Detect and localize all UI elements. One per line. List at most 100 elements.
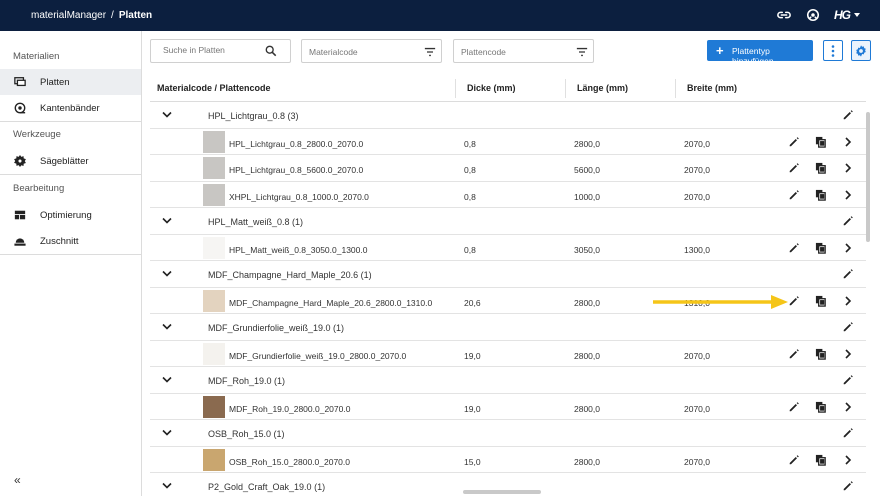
chevron-down-icon[interactable] [162, 482, 172, 490]
edit-icon[interactable] [842, 427, 854, 439]
copy-icon[interactable] [815, 348, 827, 360]
chevron-right-icon[interactable] [844, 348, 852, 359]
dicke-cell: 19,0 [464, 350, 481, 361]
table-group-row[interactable]: HPL_Matt_weiß_0.8 (1) [150, 208, 866, 235]
column-header-breite[interactable]: Breite (mm) [687, 83, 737, 93]
user-menu-logo[interactable]: HG [834, 8, 851, 22]
table-group-row[interactable]: MDF_Grundierfolie_weiß_19.0 (1) [150, 314, 866, 341]
plattencode-cell: HPL_Lichtgrau_0.8_2800.0_2070.0 [229, 138, 364, 149]
sidebar-item-label: Kantenbänder [40, 103, 100, 114]
more-options-button[interactable] [823, 40, 843, 61]
column-header-dicke[interactable]: Dicke (mm) [467, 83, 516, 93]
table-row[interactable]: OSB_Roh_15.0_2800.0_2070.0 15,0 2800,0 2070… [150, 447, 866, 473]
add-plattentyp-button[interactable]: + Plattentyp hinzufügen [707, 40, 813, 66]
sidebar-divider [0, 174, 141, 175]
copy-icon[interactable] [815, 242, 827, 254]
sidebar-item-kantenbaender[interactable]: Kantenbänder [0, 95, 141, 121]
edit-icon[interactable] [842, 215, 854, 227]
plattencode-cell: MDF_Champagne_Hard_Maple_20.6_2800.0_131… [229, 297, 433, 308]
sidebar-item-platten[interactable]: Platten [0, 69, 141, 95]
dicke-cell: 0,8 [464, 244, 476, 255]
edit-icon[interactable] [842, 268, 854, 280]
chevron-right-icon[interactable] [844, 163, 852, 173]
sidebar-item-label: Sägeblätter [40, 156, 89, 167]
material-thumbnail [203, 395, 225, 418]
chevron-down-icon[interactable] [162, 270, 172, 278]
chevron-right-icon[interactable] [844, 295, 852, 306]
search-input[interactable] [163, 45, 263, 55]
edit-icon[interactable] [788, 242, 800, 254]
chevron-right-icon[interactable] [844, 454, 852, 465]
table-row[interactable]: MDF_Grundierfolie_weiß_19.0_2800.0_2070.… [150, 341, 866, 367]
dicke-cell: 0,8 [464, 165, 476, 175]
chevron-right-icon[interactable] [844, 401, 852, 412]
column-header-laenge[interactable]: Länge (mm) [577, 83, 628, 93]
table-group-row[interactable]: HPL_Lichtgrau_0.8 (3) [150, 102, 866, 129]
search-icon[interactable] [265, 45, 277, 57]
plattencode-filter[interactable]: Plattencode [453, 39, 594, 63]
breadcrumb: materialManager / Platten [31, 10, 152, 21]
column-header-code[interactable]: Materialcode / Plattencode [157, 83, 271, 93]
edit-icon[interactable] [788, 189, 800, 201]
chevron-right-icon[interactable] [844, 242, 852, 253]
sidebar-item-zuschnitt[interactable]: Zuschnitt [0, 228, 141, 254]
table-row[interactable]: XHPL_Lichtgrau_0.8_1000.0_2070.0 0,8 1000,… [150, 182, 866, 208]
edit-icon[interactable] [842, 321, 854, 333]
chevron-down-icon[interactable] [162, 323, 172, 331]
chevron-down-icon[interactable] [162, 217, 172, 225]
breite-cell: 2070,0 [684, 138, 710, 149]
breite-cell: 2070,0 [684, 165, 710, 175]
scrollbar-thumb[interactable] [866, 112, 870, 242]
materialcode-filter[interactable]: Materialcode [301, 39, 442, 63]
sidebar-item-saegeblaetter[interactable]: Sägeblätter [0, 148, 141, 174]
table-row[interactable]: MDF_Roh_19.0_2800.0_2070.0 19,0 2800,0 2070… [150, 394, 866, 420]
sidebar-item-optimierung[interactable]: Optimierung [0, 202, 141, 228]
edit-icon[interactable] [788, 348, 800, 360]
breite-cell: 2070,0 [684, 403, 710, 414]
edit-icon[interactable] [788, 136, 800, 148]
chevron-right-icon[interactable] [844, 136, 852, 147]
filter-icon[interactable] [576, 46, 588, 58]
chevron-down-icon[interactable] [162, 376, 172, 384]
copy-icon[interactable] [815, 136, 827, 148]
laenge-cell: 2800,0 [574, 297, 600, 308]
edit-icon[interactable] [788, 295, 800, 307]
chevron-down-icon[interactable] [162, 429, 172, 437]
copy-icon[interactable] [815, 454, 827, 466]
edit-icon[interactable] [842, 374, 854, 386]
dicke-cell: 15,0 [464, 456, 481, 467]
app-name[interactable]: materialManager [31, 10, 106, 21]
chevron-down-icon[interactable] [162, 111, 172, 119]
table-row[interactable]: HPL_Lichtgrau_0.8_5600.0_2070.0 0,8 5600,0… [150, 155, 866, 182]
chevron-down-icon[interactable] [854, 13, 860, 17]
sidebar-item-label: Zuschnitt [40, 236, 79, 247]
settings-button[interactable] [851, 40, 871, 61]
edit-icon[interactable] [788, 401, 800, 413]
chevron-right-icon[interactable] [844, 189, 852, 200]
table-group-row[interactable]: OSB_Roh_15.0 (1) [150, 420, 866, 447]
copy-icon[interactable] [815, 295, 827, 307]
support-icon[interactable] [806, 8, 820, 22]
horizontal-scrollbar[interactable] [150, 490, 866, 494]
vertical-scrollbar[interactable] [866, 102, 870, 492]
table-row[interactable]: HPL_Lichtgrau_0.8_2800.0_2070.0 0,8 2800,0… [150, 129, 866, 155]
edit-icon[interactable] [842, 109, 854, 121]
scrollbar-thumb[interactable] [463, 490, 541, 494]
table-group-row[interactable]: MDF_Roh_19.0 (1) [150, 367, 866, 394]
plattencode-cell: OSB_Roh_15.0_2800.0_2070.0 [229, 456, 350, 467]
breadcrumb-separator: / [111, 10, 114, 21]
material-thumbnail [203, 342, 225, 365]
filter-icon[interactable] [424, 46, 436, 58]
copy-icon[interactable] [815, 189, 827, 201]
edit-icon[interactable] [788, 454, 800, 466]
edit-icon[interactable] [788, 162, 800, 174]
collapse-sidebar-button[interactable]: « [14, 473, 21, 487]
table-row[interactable]: HPL_Matt_weiß_0.8_3050.0_1300.0 0,8 3050,0… [150, 235, 866, 261]
laenge-cell: 2800,0 [574, 350, 600, 361]
copy-icon[interactable] [815, 401, 827, 413]
link-icon[interactable] [777, 8, 791, 22]
table-group-row[interactable]: MDF_Champagne_Hard_Maple_20.6 (1) [150, 261, 866, 288]
plattencode-cell: MDF_Roh_19.0_2800.0_2070.0 [229, 403, 351, 414]
material-thumbnail [203, 236, 225, 259]
copy-icon[interactable] [815, 162, 827, 174]
